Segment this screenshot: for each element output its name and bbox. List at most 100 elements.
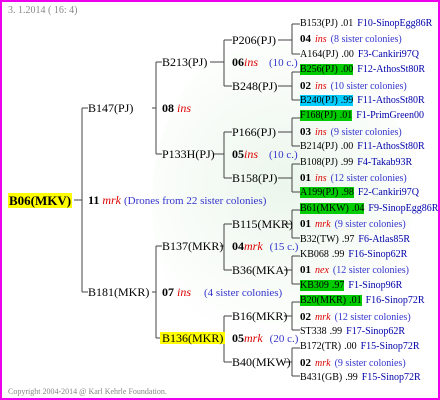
gen4-entry[interactable]: B431(GB) .99 F15-Sinop72R: [300, 373, 421, 383]
gen4-entry-ref: -AthosSt80R: [372, 141, 425, 153]
gen2-d-text: (4 sister colonies): [204, 287, 283, 299]
gen4-entry-name: B20(MKR): [300, 295, 347, 307]
gen3-info-3: 04mrk (15 c.): [232, 240, 298, 253]
gen3-info-2-ins: ins: [244, 147, 259, 161]
gen4-sister-num: 03: [300, 125, 311, 138]
gen4-entry-name: B153(PJ): [300, 18, 338, 29]
gen4-sister-text: (9 sister colonies): [334, 357, 406, 369]
gen4-entry-ref: -AthosSt80R: [372, 64, 426, 76]
gen4-entry-name: F168(PJ): [300, 110, 337, 122]
gen3-info-4: 05mrk (20 c.): [232, 332, 298, 345]
gen4-sister-ins: mrk: [315, 311, 331, 323]
gen3-4[interactable]: B158(PJ): [232, 172, 277, 184]
gen1-mother[interactable]: B181(MKR): [88, 286, 149, 298]
gen3-5[interactable]: B115(MKR): [232, 218, 293, 230]
gen4-entry-ref: -Cankiri97Q: [368, 187, 419, 199]
gen4-entry[interactable]: A164(PJ) .00 F3-Cankiri97Q: [300, 48, 419, 60]
gen2-a[interactable]: B213(PJ): [162, 56, 207, 68]
gen4-entry[interactable]: KB068.99 F16-Sinop62R: [300, 250, 407, 260]
gen4-entry-ref: -Sinop62R: [363, 249, 408, 260]
gen3-3[interactable]: P166(PJ): [232, 126, 276, 138]
gen4-entry[interactable]: ST338.99 F17-Sinop62R: [300, 327, 405, 337]
gen4-entry[interactable]: KB309.97 F1-Sinop96R: [300, 279, 403, 291]
gen3-info-3-num: 04: [232, 239, 244, 253]
gen3-info-2-text: (10 c.): [269, 149, 298, 161]
gen4-entry-code: F4: [357, 156, 368, 168]
gen4-sister-num: 01: [300, 218, 311, 231]
gen3-info-1-text: (10 c.): [269, 57, 298, 69]
gen4-entry[interactable]: B61(MKW) .04 F9-SinopEgg86R: [300, 202, 439, 214]
gen4-entry[interactable]: A199(PJ) .98 F2-Cankiri97Q: [300, 187, 419, 199]
gen2-a-info: 08 ins: [162, 102, 191, 114]
gen4-entry-code: F1: [348, 279, 359, 291]
gen4-entry[interactable]: B108(PJ) .99 F4-Takab93R: [300, 156, 413, 168]
gen4-entry-ref: -Takab93R: [367, 156, 413, 168]
gen1-drones-text: (Drones from 22 sister colonies): [124, 195, 267, 207]
gen4-sister-text: (12 sister colonies): [334, 311, 411, 323]
gen4-entry-code: F2: [357, 187, 369, 199]
gen3-1[interactable]: P206(PJ): [232, 34, 276, 46]
root-queen[interactable]: B06(MKV): [8, 193, 73, 208]
gen4-entry-code: F16: [365, 295, 382, 307]
gen4-entry-val: .99: [340, 156, 354, 168]
gen4-entry-name: B32(TW): [300, 233, 339, 245]
gen4-entry-name: B214(PJ): [300, 141, 338, 153]
gen3-info-4-text: (20 c.): [269, 333, 299, 345]
gen4-entry[interactable]: B214(PJ) .00 F11-AthosSt80R: [300, 142, 425, 152]
gen4-entry-ref: -Sinop72R: [381, 295, 425, 307]
gen2-d-info: 07 ins (4 sister colonies): [162, 286, 282, 299]
gen4-entry-ref: -SinopEgg86R: [378, 202, 439, 214]
gen4-entry-name: B256(PJ): [300, 64, 338, 76]
gen4-sister-ins: ins: [315, 126, 327, 138]
gen4-entry-val: .01: [339, 110, 353, 122]
gen2-d[interactable]: B136(MKR): [160, 332, 226, 344]
gen4-sister-info: 03 ins (9 sister colonies): [300, 125, 402, 138]
gen4-sister-info: 01 ins (12 sister colonies): [300, 173, 407, 184]
gen4-entry-val: .99: [345, 372, 358, 384]
gen4-entry-ref: -Sinop96R: [358, 279, 403, 291]
gen4-entry[interactable]: B172(TR) .00 F15-Sinop72R: [300, 342, 420, 352]
gen4-sister-text: (12 sister colonies): [332, 265, 409, 277]
gen2-d-ins: ins: [177, 285, 192, 299]
gen4-entry-val: .00: [341, 48, 354, 60]
gen3-8[interactable]: B40(MKW): [232, 356, 291, 368]
gen4-entry-code: F16: [348, 249, 364, 260]
pedigree-frame: 3. 1.2014 ( 16: 4) B06(MKV) B147(PJ) B18…: [0, 0, 440, 400]
gen3-6[interactable]: B36(MKA): [232, 264, 288, 276]
gen4-sister-ins: ins: [315, 173, 327, 184]
gen4-entry[interactable]: B240(PJ) .99 F11-AthosSt80R: [300, 95, 425, 106]
gen4-entry-ref: -Sinop72R: [376, 341, 420, 353]
gen4-sister-text: (12 sister colonies): [330, 173, 407, 184]
gen4-entry-ref: -Atlas85R: [368, 233, 411, 245]
gen4-entry-code: F10: [357, 18, 373, 29]
gen4-entry-val: .99: [340, 95, 354, 106]
gen4-sister-info: 02 mrk (9 sister colonies): [300, 357, 406, 369]
gen4-entry[interactable]: B20(MKR) .01 F16-Sinop72R: [300, 295, 425, 307]
gen1-year: 11: [88, 193, 100, 207]
gen3-info-1-ins: ins: [244, 55, 259, 69]
gen3-info-4-num: 05: [232, 331, 244, 345]
gen4-entry[interactable]: F168(PJ) .01 F1-PrimGreen00: [300, 110, 424, 122]
gen4-entry-name: A199(PJ): [300, 187, 339, 199]
gen4-entry-val: .97: [341, 233, 355, 245]
gen4-entry-ref: -SinopEgg86R: [372, 18, 433, 29]
gen4-entry-code: F17: [346, 326, 362, 337]
gen4-entry[interactable]: B32(TW) .97 F6-Atlas85R: [300, 233, 411, 245]
gen4-sister-info: 01 mrk (9 sister colonies): [300, 219, 406, 230]
gen3-2[interactable]: B248(PJ): [232, 80, 277, 92]
gen4-entry-ref: -Cankiri97Q: [368, 48, 419, 60]
gen2-b[interactable]: P133H(PJ): [162, 148, 215, 160]
gen3-7[interactable]: B16(MKR): [232, 310, 287, 322]
gen4-entry-code: F15: [360, 341, 377, 353]
gen4-entry-name: B61(MKW): [300, 202, 349, 214]
gen1-father[interactable]: B147(PJ): [88, 102, 133, 114]
gen4-entry-code: F15: [361, 372, 378, 384]
gen4-entry-code: F6: [358, 233, 369, 245]
gen2-c[interactable]: B137(MKR): [162, 240, 223, 252]
gen4-sister-num: 01: [300, 264, 311, 277]
gen4-entry[interactable]: B153(PJ) .01 F10-SinopEgg86R: [300, 19, 432, 29]
gen4-sister-ins: ins: [315, 34, 327, 46]
gen4-entry[interactable]: B256(PJ) .00 F12-AthosSt80R: [300, 64, 426, 76]
gen4-entry-code: F1: [356, 110, 367, 122]
gen4-entry-name: B172(TR): [300, 341, 342, 353]
